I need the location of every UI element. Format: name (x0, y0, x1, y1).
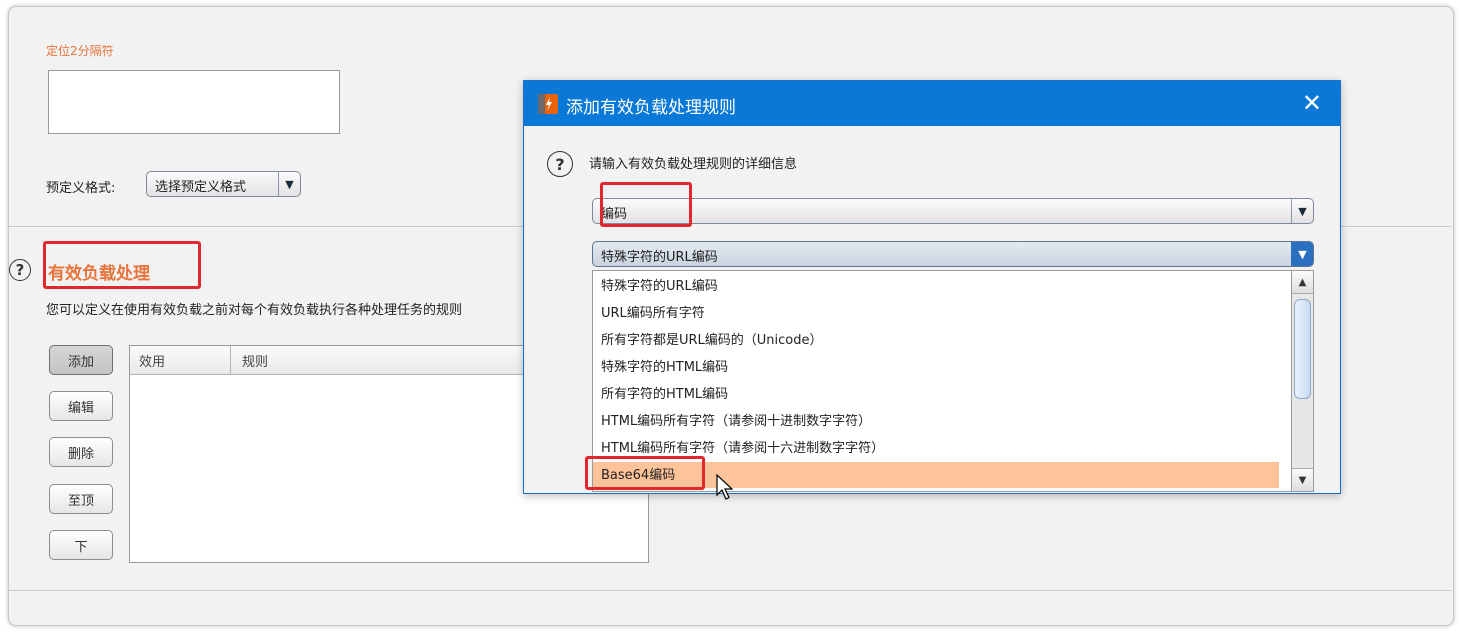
move-down-button[interactable]: 下 (49, 530, 113, 560)
edit-button[interactable]: 编辑 (49, 391, 113, 421)
dialog-title: 添加有效负载处理规则 (566, 98, 736, 118)
highlight-box-section-title (43, 241, 201, 289)
close-icon[interactable]: ✕ (1302, 89, 1322, 117)
dialog-prompt: 请输入有效负载处理规则的详细信息 (589, 157, 798, 172)
rule-type-select[interactable]: 编码 ▼ (592, 198, 1314, 224)
list-item[interactable]: 特殊字符的URL编码 (593, 273, 1279, 300)
list-item[interactable]: 特殊字符的HTML编码 (593, 354, 1279, 381)
burp-app-icon (538, 94, 558, 114)
move-top-button[interactable]: 至顶 (49, 484, 113, 514)
list-item[interactable]: URL编码所有字符 (593, 300, 1279, 327)
column-enabled[interactable]: 效用 (139, 351, 165, 370)
scroll-thumb[interactable] (1294, 299, 1311, 399)
predefined-format-value: 选择预定义格式 (155, 180, 247, 195)
dialog-help-icon: ? (547, 151, 573, 177)
chevron-down-icon: ▼ (1291, 242, 1313, 266)
mouse-cursor-icon (716, 474, 734, 500)
payload-processing-description: 您可以定义在使用有效负载之前对每个有效负载执行各种处理任务的规则 (46, 303, 463, 318)
help-icon[interactable]: ? (9, 259, 31, 281)
delete-button[interactable]: 删除 (49, 437, 113, 467)
predefined-format-select[interactable]: 选择预定义格式 ▼ (146, 171, 301, 197)
delimiter2-input[interactable] (48, 70, 340, 134)
chevron-down-icon: ▼ (1291, 199, 1313, 223)
list-item[interactable]: 所有字符都是URL编码的（Unicode） (593, 327, 1279, 354)
chevron-down-icon: ▼ (278, 172, 300, 196)
encoding-select[interactable]: 特殊字符的URL编码 ▼ (592, 241, 1314, 267)
list-item[interactable]: HTML编码所有字符（请参阅十进制数字字符） (593, 408, 1279, 435)
dialog-titlebar: 添加有效负载处理规则 ✕ (524, 81, 1340, 126)
scroll-up-icon[interactable]: ▲ (1292, 271, 1313, 294)
scroll-down-icon[interactable]: ▼ (1292, 468, 1313, 491)
predefined-format-label: 预定义格式: (46, 181, 116, 196)
delimiter2-label: 定位2分隔符 (46, 44, 114, 58)
bottom-divider (9, 590, 1451, 591)
column-rule[interactable]: 规则 (242, 351, 268, 370)
list-item[interactable]: 所有字符的HTML编码 (593, 381, 1279, 408)
options-scrollbar[interactable]: ▲ ▼ (1292, 270, 1314, 492)
add-button[interactable]: 添加 (49, 345, 113, 375)
encoding-value: 特殊字符的URL编码 (601, 250, 718, 265)
column-separator (230, 346, 231, 374)
highlight-box-rule-type (600, 182, 692, 227)
highlight-box-base64 (585, 456, 705, 490)
